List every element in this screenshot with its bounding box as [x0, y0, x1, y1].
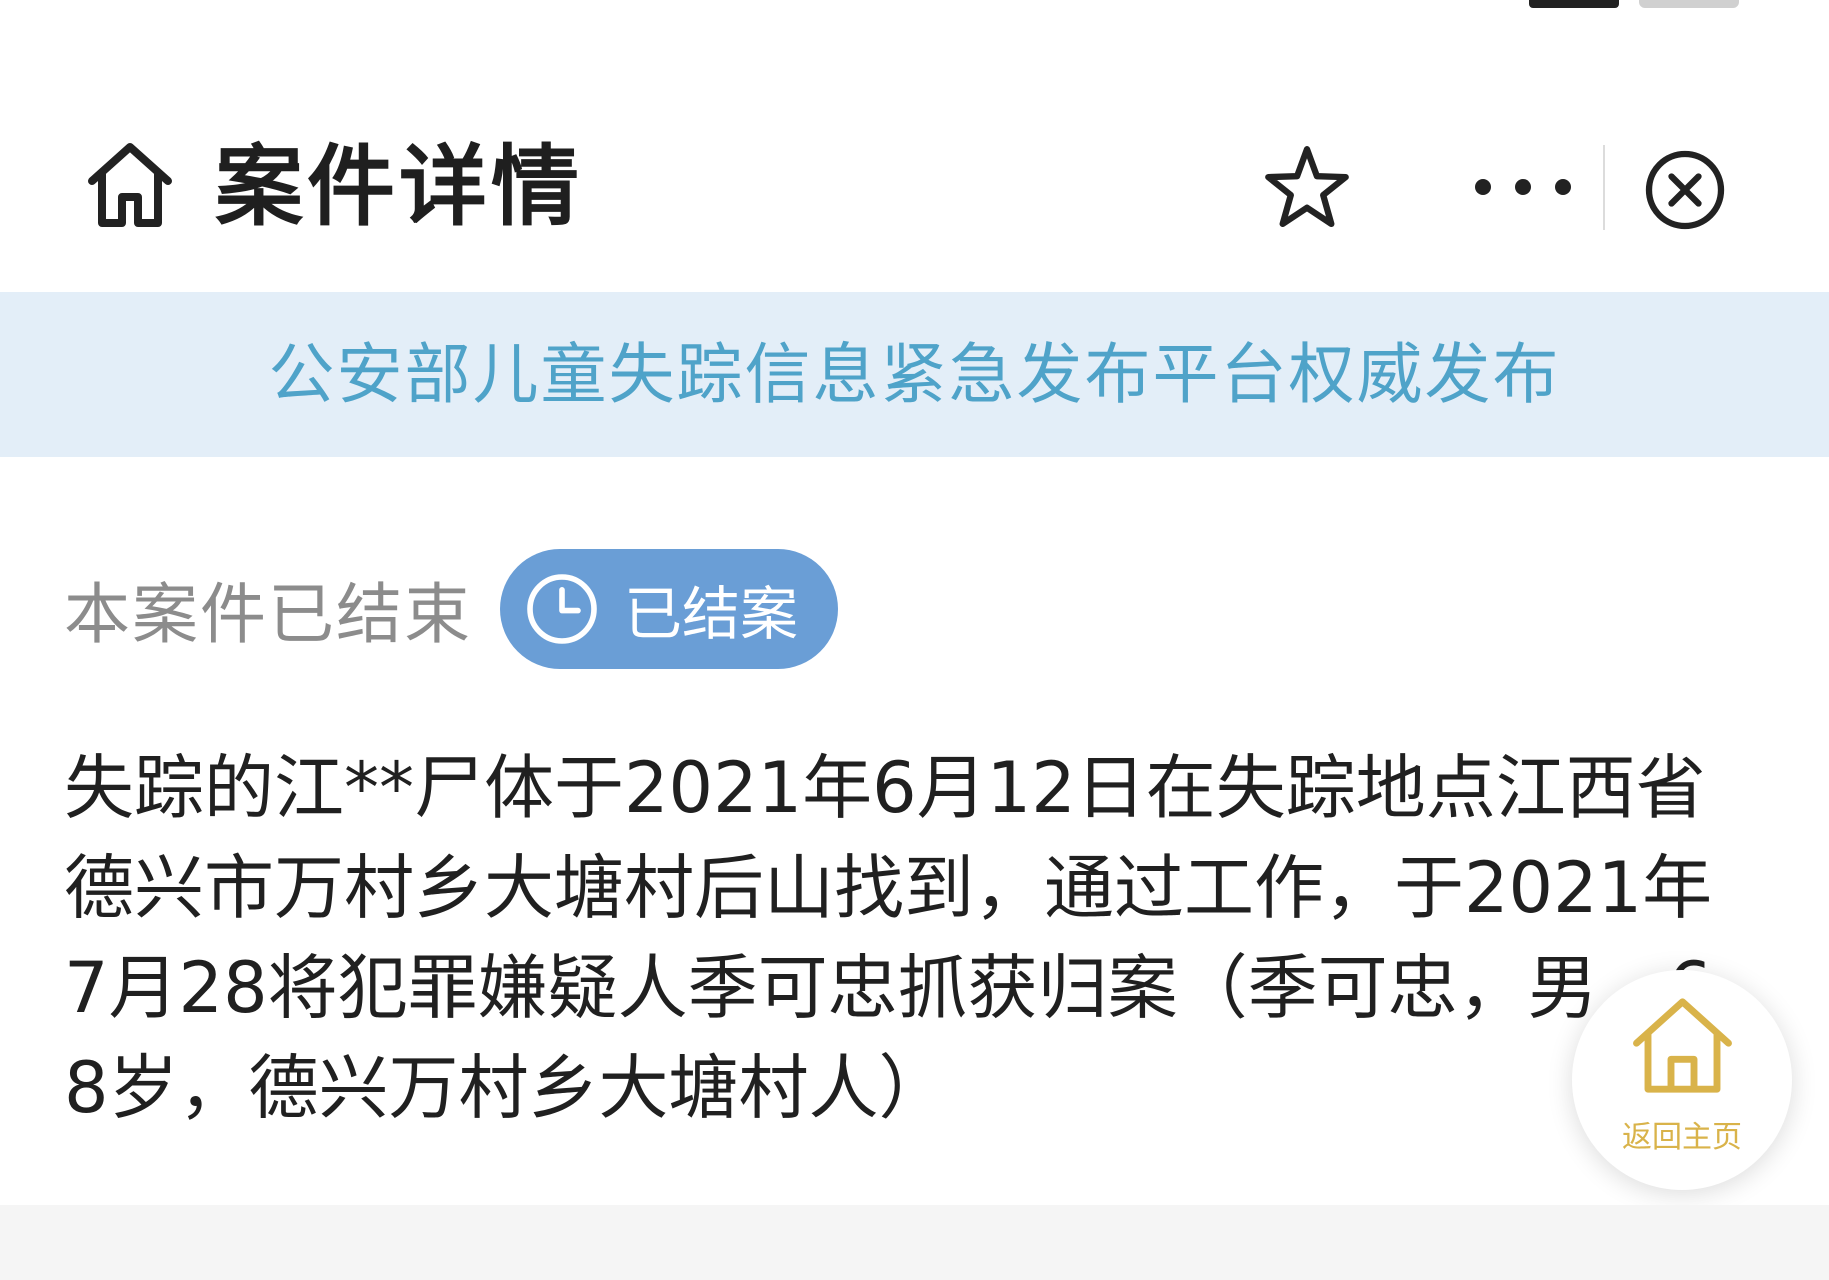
case-closed-text: 本案件已结束 [64, 576, 472, 653]
clock-icon [527, 574, 597, 644]
bottom-divider [0, 1205, 1829, 1280]
authority-banner: 公安部儿童失踪信息紧急发布平台权威发布 [0, 292, 1829, 457]
status-icons [1529, 0, 1739, 8]
closed-status-badge: 已结案 [500, 549, 839, 669]
banner-text: 公安部儿童失踪信息紧急发布平台权威发布 [268, 336, 1561, 413]
case-description: 失踪的江**尸体于2021年6月12日在失踪地点江西省德兴市万村乡大塘村后山找到… [64, 747, 1713, 1129]
home-icon[interactable] [80, 135, 180, 235]
back-to-home-label: 返回主页 [1622, 1120, 1742, 1155]
back-to-home-button[interactable]: 返回主页 [1572, 970, 1792, 1190]
badge-label: 已结案 [624, 580, 799, 648]
case-detail-page: 案件详情 公安部儿童失踪信息紧急发布平台权威发布 本案件已结束 已结案 失踪的江… [0, 0, 1829, 1280]
more-icon[interactable] [1468, 157, 1578, 217]
page-title: 案件详情 [215, 135, 584, 238]
case-status-row: 本案件已结束 已结案 [64, 548, 839, 670]
status-bar [0, 0, 1829, 40]
star-icon[interactable] [1262, 142, 1352, 232]
signal-icon [1529, 0, 1619, 8]
nav-divider [1603, 145, 1605, 230]
home-icon [1633, 998, 1732, 1093]
navigation-bar: 案件详情 [0, 95, 1829, 275]
close-icon[interactable] [1640, 145, 1730, 235]
battery-icon [1639, 0, 1739, 8]
